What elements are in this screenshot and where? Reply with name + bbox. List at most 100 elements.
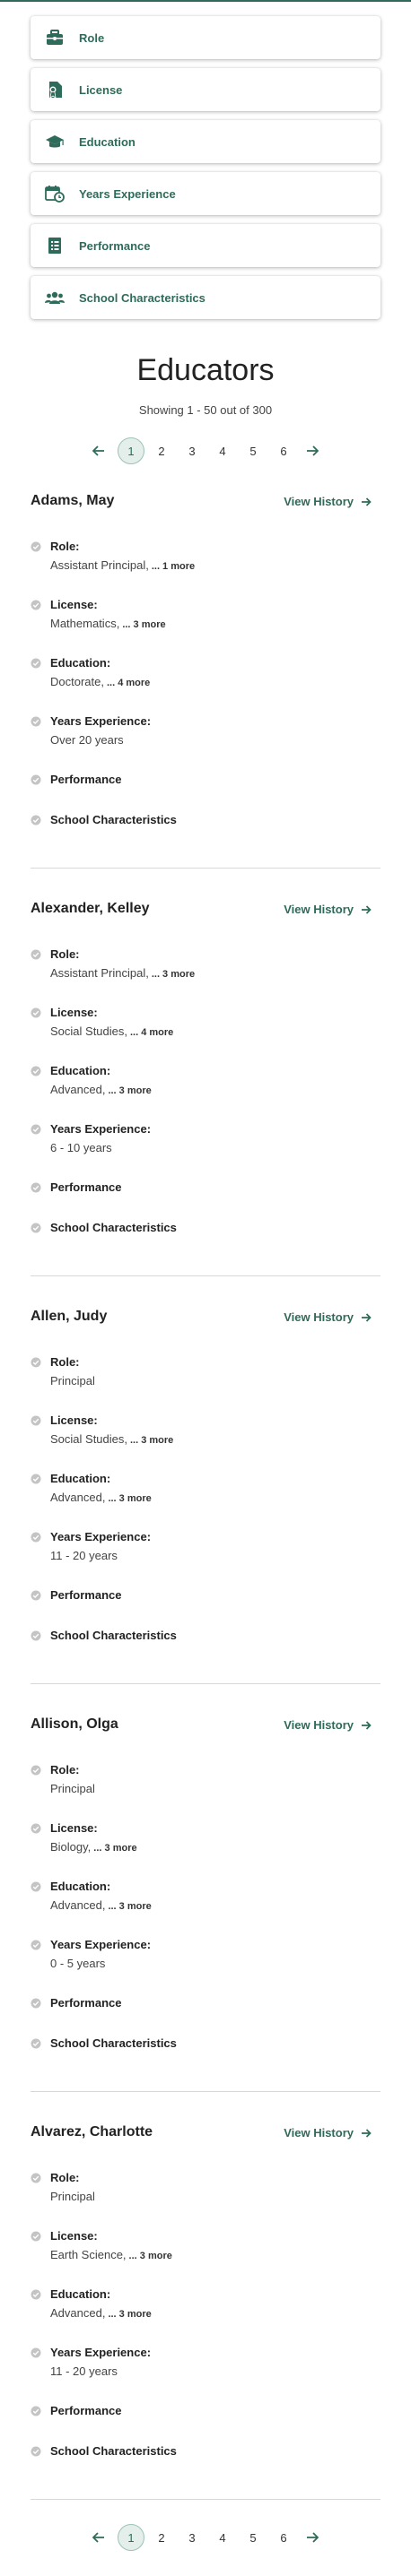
filter-list: Role License Education Years Experience …: [31, 16, 380, 328]
attribute-value-text: Principal: [50, 2190, 95, 2203]
educator-card: Adams, May View History Role: Assistant Pri…: [31, 493, 380, 826]
view-history-link[interactable]: View History: [284, 903, 372, 916]
filter-education-button[interactable]: Education: [31, 120, 380, 163]
filter-performance-button[interactable]: Performance: [31, 224, 380, 267]
view-history-link[interactable]: View History: [284, 2126, 372, 2139]
show-more-link[interactable]: ... 3 more: [108, 1085, 151, 1096]
view-history-link[interactable]: View History: [284, 1718, 372, 1732]
check-circle-icon: [31, 1997, 41, 2009]
check-circle-icon: [31, 1589, 41, 1601]
attribute-value-text: 0 - 5 years: [50, 1957, 106, 1970]
next-page-button[interactable]: [299, 437, 326, 464]
arrow-left-icon: [92, 2532, 104, 2543]
view-history-link[interactable]: View History: [284, 1310, 372, 1324]
check-circle-icon: [31, 1880, 41, 1892]
check-circle-icon: [31, 657, 41, 669]
attribute-value-text: Social Studies,: [50, 1432, 127, 1446]
attribute-label: License:: [50, 598, 98, 611]
arrow-right-icon: [362, 2128, 372, 2138]
show-more-link[interactable]: ... 1 more: [152, 561, 195, 572]
attribute-value-text: Doctorate,: [50, 675, 104, 688]
attribute-label: Role:: [50, 540, 80, 553]
educator-name: Allen, Judy: [31, 1309, 108, 1324]
page-2-button[interactable]: 2: [148, 2524, 175, 2551]
educator-name: Allison, Olga: [31, 1716, 118, 1732]
page-3-button[interactable]: 3: [179, 2524, 206, 2551]
show-more-link[interactable]: ... 3 more: [108, 2309, 151, 2320]
check-circle-icon: [31, 1939, 41, 1950]
check-circle-icon: [31, 1764, 41, 1776]
check-circle-icon: [31, 1822, 41, 1834]
attribute-label: Years Experience:: [50, 1530, 152, 1543]
attribute-label: Performance: [50, 1180, 122, 1194]
arrow-right-icon: [307, 445, 319, 456]
show-more-link[interactable]: ... 3 more: [108, 1901, 151, 1912]
attribute-value-text: Advanced,: [50, 1898, 106, 1912]
show-more-link[interactable]: ... 3 more: [152, 969, 195, 980]
filter-role-button[interactable]: Role: [31, 16, 380, 59]
previous-page-button[interactable]: [85, 437, 112, 464]
show-more-link[interactable]: ... 4 more: [130, 1027, 173, 1038]
arrow-right-icon: [362, 1720, 372, 1730]
filter-school-characteristics-button[interactable]: School Characteristics: [31, 276, 380, 319]
attribute-value: 6 - 10 years: [50, 1141, 112, 1154]
divider: [31, 2091, 380, 2092]
attribute-value-text: Biology,: [50, 1840, 92, 1854]
educator-name: Alvarez, Charlotte: [31, 2124, 153, 2139]
check-circle-icon: [31, 948, 41, 960]
educator-name: Alexander, Kelley: [31, 901, 150, 916]
attribute-label: Performance: [50, 2404, 122, 2417]
page-4-button[interactable]: 4: [209, 2524, 236, 2551]
show-more-link[interactable]: ... 3 more: [93, 1843, 136, 1854]
show-more-link[interactable]: ... 3 more: [108, 1493, 151, 1504]
page-5-button[interactable]: 5: [240, 437, 267, 464]
page-4-button[interactable]: 4: [209, 437, 236, 464]
attribute-label: Role:: [50, 1355, 80, 1369]
educator-card: Allison, Olga View History Role: Principal L…: [31, 1716, 380, 2050]
view-history-link[interactable]: View History: [284, 495, 372, 508]
view-history-label: View History: [284, 903, 354, 916]
check-circle-icon: [31, 2288, 41, 2300]
filter-school-characteristics-label: School Characteristics: [79, 290, 206, 305]
attribute-value-text: Over 20 years: [50, 733, 124, 747]
pagination-bottom: 1 2 3 4 5 6: [0, 2523, 411, 2552]
attribute-value: Assistant Principal,... 1 more: [50, 558, 195, 572]
attribute-label: Performance: [50, 1996, 122, 2010]
page-1-button[interactable]: 1: [118, 437, 144, 464]
page-2-button[interactable]: 2: [148, 437, 175, 464]
page-1-button[interactable]: 1: [118, 2524, 144, 2551]
filter-role-label: Role: [79, 30, 105, 45]
attribute-label: School Characteristics: [50, 1221, 177, 1234]
filter-years-experience-button[interactable]: Years Experience: [31, 172, 380, 215]
check-circle-icon: [31, 540, 41, 552]
attribute-value: 0 - 5 years: [50, 1957, 105, 1970]
page-5-button[interactable]: 5: [240, 2524, 267, 2551]
page-6-button[interactable]: 6: [270, 2524, 297, 2551]
check-circle-icon: [31, 1356, 41, 1368]
attribute-value-text: Assistant Principal,: [50, 558, 149, 572]
next-page-button[interactable]: [299, 2524, 326, 2551]
people-icon: [45, 288, 65, 307]
filter-license-button[interactable]: License: [31, 68, 380, 111]
page-3-button[interactable]: 3: [179, 437, 206, 464]
previous-page-button[interactable]: [85, 2524, 112, 2551]
show-more-link[interactable]: ... 3 more: [130, 1435, 173, 1446]
page-6-button[interactable]: 6: [270, 437, 297, 464]
calendar-clock-icon: [45, 184, 65, 203]
attribute-value-text: 11 - 20 years: [50, 2364, 118, 2378]
show-more-link[interactable]: ... 4 more: [107, 678, 150, 688]
show-more-link[interactable]: ... 3 more: [122, 619, 165, 630]
attribute-value: Principal: [50, 2190, 95, 2203]
show-more-link[interactable]: ... 3 more: [129, 2251, 172, 2261]
attribute-value-text: Advanced,: [50, 1491, 106, 1504]
attribute-label: School Characteristics: [50, 813, 177, 826]
divider: [31, 1275, 380, 1276]
attribute-label: Years Experience:: [50, 714, 152, 728]
graduation-cap-icon: [45, 132, 65, 151]
attribute-label: Performance: [50, 773, 122, 786]
attribute-label: Years Experience:: [50, 1938, 152, 1951]
check-circle-icon: [31, 814, 41, 826]
educator-header: Allison, Olga View History: [31, 1716, 380, 1738]
filter-education-label: Education: [79, 134, 136, 149]
attribute-label: Education:: [50, 1064, 111, 1077]
